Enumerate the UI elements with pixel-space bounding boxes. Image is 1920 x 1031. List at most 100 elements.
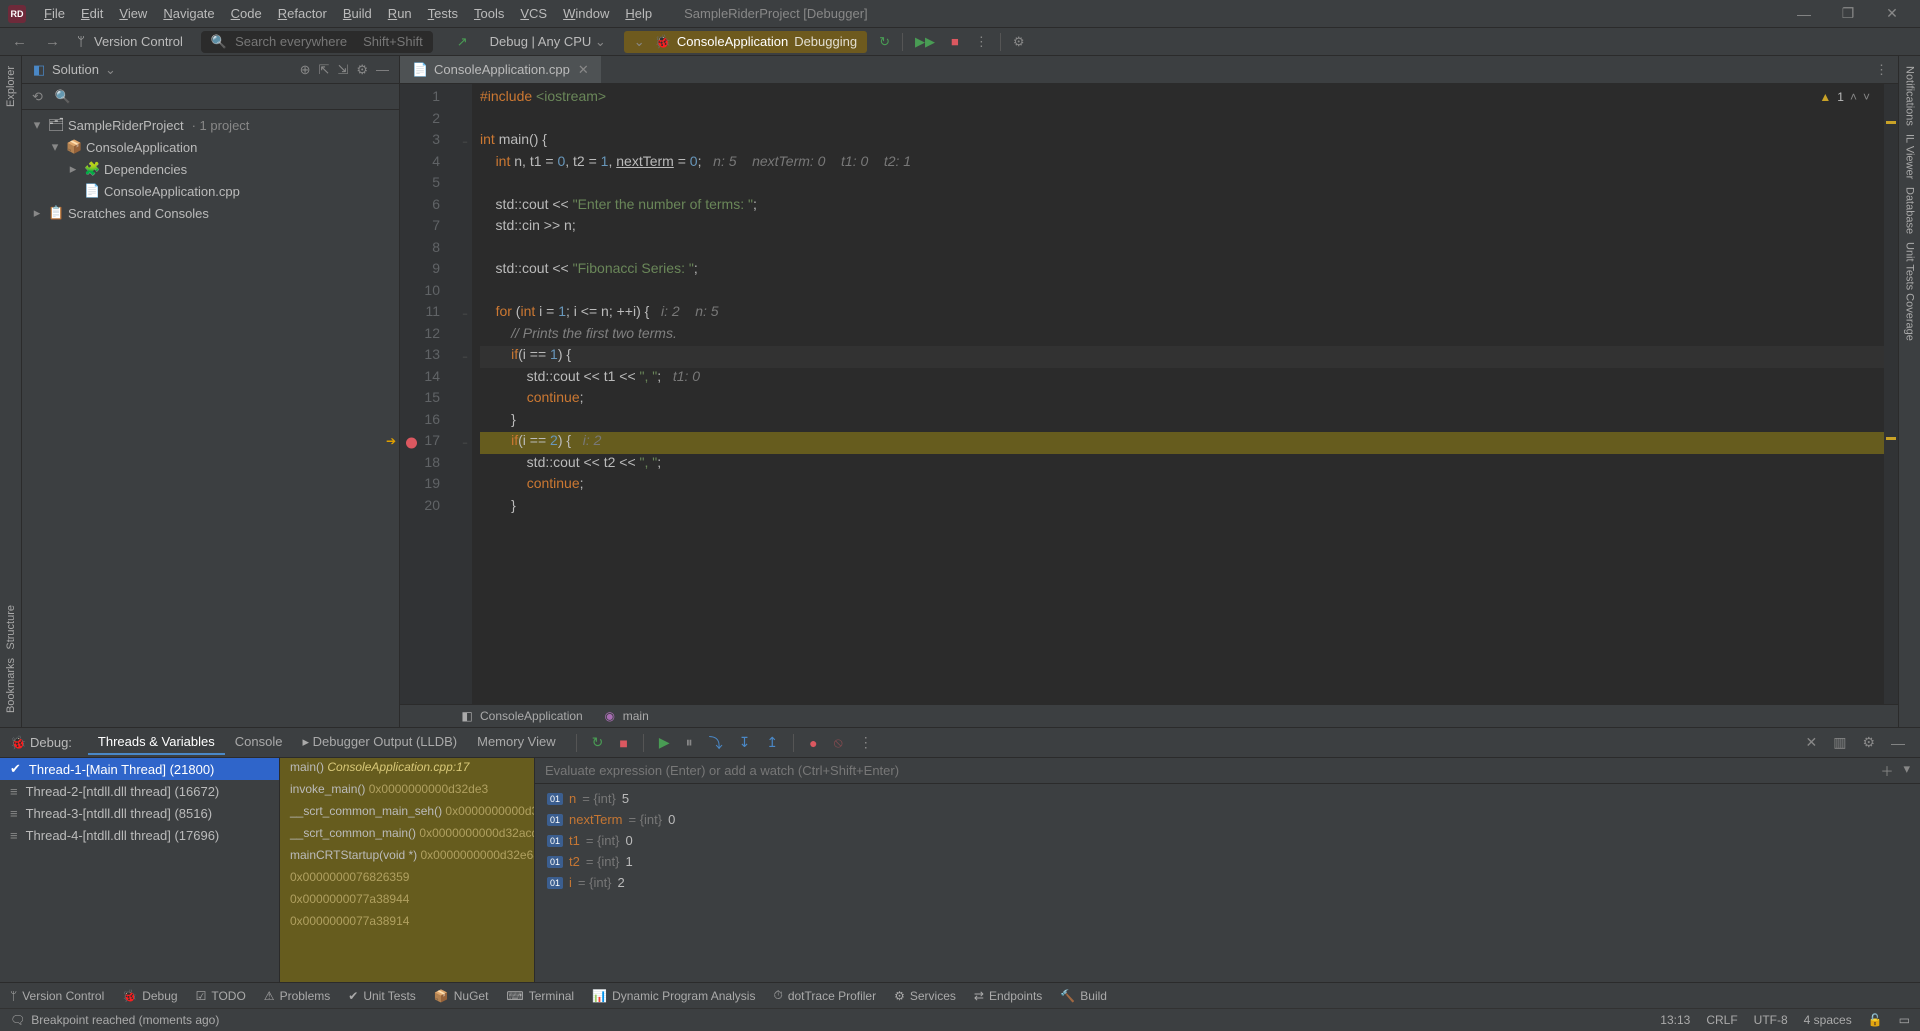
breadcrumb-app[interactable]: ◧ ConsoleApplication <box>460 709 583 723</box>
tree-scratches-row[interactable]: ▸ 📋 Scratches and Consoles <box>22 202 399 224</box>
stack-frame-row[interactable]: 0x0000000076826359 <box>280 868 534 890</box>
menu-navigate[interactable]: Navigate <box>155 3 222 24</box>
pause-program-button[interactable]: ⏸ <box>681 734 698 751</box>
filter-search-icon[interactable]: 🔍 <box>55 89 71 105</box>
stop-debug-button[interactable]: ■ <box>614 735 632 751</box>
thread-row[interactable]: ≡Thread-3-[ntdll.dll thread] (8516) <box>0 802 279 824</box>
debug-tab-debugger-output-lldb-[interactable]: ▸ Debugger Output (LLDB) <box>292 730 467 755</box>
build-hammer-icon[interactable]: ↗ <box>453 34 472 50</box>
mute-breakpoints-button[interactable]: ⦸ <box>829 734 848 751</box>
rail-unit-tests-coverage[interactable]: Unit Tests Coverage <box>1904 238 1916 345</box>
debug-more-button[interactable]: ⋮ <box>854 734 878 751</box>
menu-window[interactable]: Window <box>555 3 617 24</box>
expand-all-icon[interactable]: ⇱ <box>319 62 330 78</box>
editor-inspection-widget[interactable]: ▲ 1 ˄ ˅ <box>1819 90 1870 104</box>
bottom-tool-dottrace-profiler[interactable]: ⏱dotTrace Profiler <box>773 988 876 1003</box>
bottom-tool-terminal[interactable]: ⌨Terminal <box>506 989 574 1003</box>
menu-tools[interactable]: Tools <box>466 3 512 24</box>
hide-panel-icon[interactable]: — <box>376 62 389 77</box>
step-into-button[interactable]: ↧ <box>734 734 756 751</box>
editor-tab-active[interactable]: 📄 ConsoleApplication.cpp ✕ <box>400 56 601 83</box>
bottom-tool-endpoints[interactable]: ⇄Endpoints <box>974 989 1042 1003</box>
variable-row[interactable]: 01t2= {int} 1 <box>535 851 1920 872</box>
bottom-tool-nuget[interactable]: 📦NuGet <box>434 989 489 1003</box>
locate-icon[interactable]: ⊕ <box>300 62 311 78</box>
rail-database[interactable]: Database <box>1904 183 1916 238</box>
step-out-button[interactable]: ↥ <box>761 734 783 751</box>
rail-structure[interactable]: Structure <box>5 601 17 654</box>
debug-tab-threads-variables[interactable]: Threads & Variables <box>88 730 225 755</box>
stack-frame-row[interactable]: invoke_main() 0x0000000000d32de3 <box>280 780 534 802</box>
stack-frame-row[interactable]: 0x0000000077a38914 <box>280 912 534 934</box>
editor-marker-strip[interactable] <box>1884 84 1898 704</box>
bottom-tool-problems[interactable]: ⚠Problems <box>264 989 330 1003</box>
maximize-button[interactable]: ❐ <box>1828 5 1868 22</box>
stack-frame-row[interactable]: __scrt_common_main_seh() 0x0000000000d32… <box>280 802 534 824</box>
stack-frame-row[interactable]: main() ConsoleApplication.cpp:17 <box>280 758 534 780</box>
editor-tab-options[interactable]: ⋮ <box>1865 62 1898 78</box>
status-encoding[interactable]: UTF-8 <box>1754 1013 1788 1027</box>
menu-help[interactable]: Help <box>617 3 660 24</box>
breadcrumb-function[interactable]: ◉ main <box>603 709 649 723</box>
watch-dropdown-button[interactable]: ▾ <box>1903 761 1910 780</box>
more-actions-button[interactable]: ⋮ <box>971 34 992 50</box>
status-memory-icon[interactable]: ▭ <box>1899 1013 1910 1027</box>
menu-code[interactable]: Code <box>223 3 270 24</box>
rail-bookmarks[interactable]: Bookmarks <box>5 654 17 717</box>
bottom-tool-dynamic-program-analysis[interactable]: 📊Dynamic Program Analysis <box>592 989 755 1003</box>
rail-explorer[interactable]: Explorer <box>5 62 17 111</box>
panel-settings-icon[interactable]: ⚙ <box>356 62 368 78</box>
rerun-button[interactable]: ↻ <box>875 34 894 50</box>
nav-forward-button[interactable]: → <box>41 33 64 50</box>
run-config-selector[interactable]: Debug | Any CPU ⌄ <box>480 31 616 53</box>
tree-root-row[interactable]: ▾ 🗂 SampleRiderProject · 1 project <box>22 114 399 136</box>
rerun-debug-button[interactable]: ↻ <box>587 734 609 751</box>
watch-expression-input[interactable]: Evaluate expression (Enter) or add a wat… <box>535 758 1920 784</box>
layout-settings-button[interactable]: ▥ <box>1828 734 1851 751</box>
settings-icon[interactable]: ⚙ <box>1009 34 1029 50</box>
add-watch-button[interactable]: ＋ <box>1880 761 1893 780</box>
stop-button[interactable]: ■ <box>947 34 963 49</box>
search-everywhere[interactable]: 🔍 Search everywhere Shift+Shift <box>201 31 433 53</box>
debug-status-chip[interactable]: ⌄ 🐞 ConsoleApplication Debugging <box>624 31 867 53</box>
thread-row[interactable]: ✔Thread-1-[Main Thread] (21800) <box>0 758 279 780</box>
nav-back-button[interactable]: ← <box>8 33 31 50</box>
close-tab-button[interactable]: ✕ <box>578 62 589 78</box>
menu-edit[interactable]: Edit <box>73 3 111 24</box>
tree-item[interactable]: 📄ConsoleApplication.cpp <box>22 180 399 202</box>
rail-notifications[interactable]: Notifications <box>1904 62 1916 130</box>
code-editor[interactable]: 12345678910111213141516➔17181920 −−−− #i… <box>400 84 1898 704</box>
bottom-tool-services[interactable]: ⚙Services <box>894 989 956 1003</box>
minimize-button[interactable]: — <box>1784 6 1824 22</box>
bottom-tool-debug[interactable]: 🐞Debug <box>122 989 177 1003</box>
status-line-ending[interactable]: CRLF <box>1706 1013 1737 1027</box>
status-indent[interactable]: 4 spaces <box>1804 1013 1852 1027</box>
step-over-button[interactable]: ⤵ <box>704 733 728 753</box>
debug-tab-memory-view[interactable]: Memory View <box>467 730 566 755</box>
variable-row[interactable]: 01i= {int} 2 <box>535 872 1920 893</box>
variable-row[interactable]: 01nextTerm= {int} 0 <box>535 809 1920 830</box>
close-window-button[interactable]: ✕ <box>1872 5 1912 22</box>
thread-row[interactable]: ≡Thread-2-[ntdll.dll thread] (16672) <box>0 780 279 802</box>
thread-row[interactable]: ≡Thread-4-[ntdll.dll thread] (17696) <box>0 824 279 846</box>
tree-item[interactable]: ▾📦ConsoleApplication <box>22 136 399 158</box>
sync-icon[interactable]: ⟲ <box>32 89 43 105</box>
menu-tests[interactable]: Tests <box>420 3 466 24</box>
stack-frame-row[interactable]: __scrt_common_main() 0x0000000000d32acd <box>280 824 534 846</box>
menu-vcs[interactable]: VCS <box>512 3 555 24</box>
stack-frame-row[interactable]: 0x0000000077a38944 <box>280 890 534 912</box>
variable-row[interactable]: 01t1= {int} 0 <box>535 830 1920 851</box>
menu-file[interactable]: File <box>36 3 73 24</box>
bottom-tool-unit-tests[interactable]: ✔Unit Tests <box>348 989 416 1003</box>
tree-item[interactable]: ▸🧩Dependencies <box>22 158 399 180</box>
next-highlight-button[interactable]: ˅ <box>1863 90 1870 104</box>
menu-view[interactable]: View <box>111 3 155 24</box>
stack-frame-row[interactable]: mainCRTStartup(void *) 0x0000000000d32e6… <box>280 846 534 868</box>
bottom-tool-version-control[interactable]: ᛘVersion Control <box>10 989 104 1003</box>
version-control-widget[interactable]: ᛘ Version Control <box>74 34 183 49</box>
bottom-tool-todo[interactable]: ☑TODO <box>196 989 246 1003</box>
menu-build[interactable]: Build <box>335 3 380 24</box>
debug-settings-button[interactable]: ⚙ <box>1857 734 1880 751</box>
view-breakpoints-button[interactable]: ● <box>804 735 822 751</box>
variable-row[interactable]: 01n= {int} 5 <box>535 788 1920 809</box>
